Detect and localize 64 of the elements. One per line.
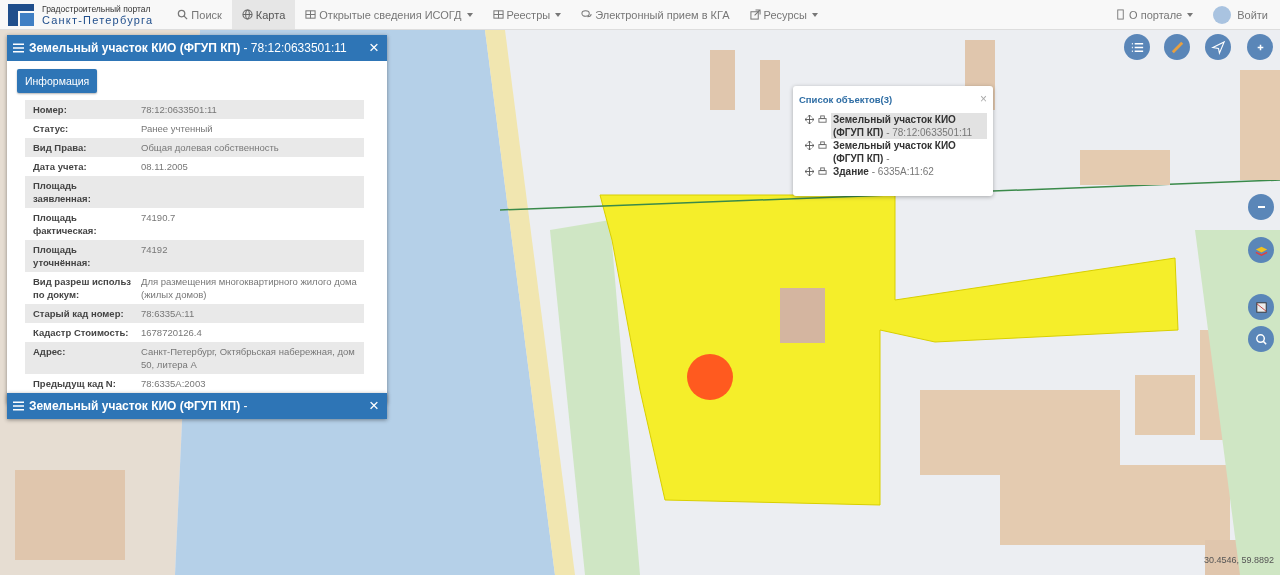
move-icon[interactable] xyxy=(805,167,814,176)
field-value: Для размещения многоквартирного жилого дома (жилых домов) xyxy=(141,276,357,300)
menu-icon xyxy=(13,43,24,53)
globe-icon xyxy=(241,9,253,20)
about-menu[interactable]: О портале xyxy=(1105,0,1204,29)
field-label: Дата учета: xyxy=(32,160,88,174)
field-label: Статус: xyxy=(32,122,70,136)
field-value: 78:6335А:2003 xyxy=(141,378,206,389)
field-value: Ранее учтенный xyxy=(141,123,213,134)
field-value: 78:6335А:11 xyxy=(141,308,195,319)
map-icon xyxy=(1253,299,1269,315)
print-icon[interactable] xyxy=(818,167,827,176)
panel-title: Земельный участок КИО (ФГУП КП) - 78:12:0633501:11 xyxy=(29,41,348,55)
field-value: 08.11.2005 xyxy=(141,161,188,172)
field-label: Площадь фактическая: xyxy=(32,211,98,238)
nav-tab[interactable]: Карта xyxy=(231,0,296,29)
avatar-icon xyxy=(1213,5,1232,24)
logo-title: Градостроительный портал xyxy=(42,3,152,15)
field-label: Кадастр Стоимость: xyxy=(32,326,130,340)
menu-icon xyxy=(13,401,24,411)
object-list-item[interactable]: Земельный участок КИО (ФГУП КП) - 78:12:0633501:11 xyxy=(831,113,987,139)
field-label: Площадь заявленная: xyxy=(32,179,92,206)
object-list-item[interactable]: Земельный участок КИО (ФГУП КП) - xyxy=(831,139,987,165)
field-label: Адрес: xyxy=(32,345,67,359)
field-label: Предыдущ кад N: xyxy=(32,377,117,391)
ruler-icon xyxy=(1169,39,1185,55)
move-icon[interactable] xyxy=(805,141,814,150)
field-value: 78:12:0633501:11 xyxy=(141,104,217,115)
external-link-icon xyxy=(749,9,761,20)
print-icon[interactable] xyxy=(818,115,827,124)
move-icon[interactable] xyxy=(805,115,814,124)
close-button[interactable]: × xyxy=(367,38,381,58)
nav-tab[interactable]: Электронный прием в КГА xyxy=(571,0,740,29)
field-label: Старый кад номер: xyxy=(32,307,125,321)
popup-title: Список объектов(3) xyxy=(799,93,893,105)
nav-tab[interactable]: Открытые сведения ИСОГД xyxy=(295,0,483,29)
field-value: Санкт-Петербург, Октябрьская набережная, дом 50, литера А xyxy=(141,346,355,370)
arrow-icon xyxy=(1210,39,1226,55)
grid-icon xyxy=(305,9,317,20)
field-label: Площадь уточнённая: xyxy=(32,243,92,270)
field-label: Номер: xyxy=(32,103,68,117)
minus-icon xyxy=(1257,206,1265,208)
field-value: 1678720126.4 xyxy=(141,327,202,338)
close-button[interactable]: × xyxy=(980,92,987,106)
login-link[interactable]: Войти xyxy=(1203,0,1280,29)
search-icon xyxy=(1253,331,1269,347)
logo-subtitle: Санкт-Петербурга xyxy=(42,14,154,26)
close-button[interactable]: × xyxy=(367,396,381,416)
coordinates-label: 30.4546, 59.8892 xyxy=(1203,555,1274,565)
chat-icon xyxy=(581,9,593,20)
info-button[interactable]: Информация xyxy=(17,69,98,93)
nav-tab[interactable]: Поиск xyxy=(167,0,232,29)
field-label: Вид Права: xyxy=(32,141,88,155)
panel-title: Земельный участок КИО (ФГУП КП) - xyxy=(29,399,249,413)
print-icon[interactable] xyxy=(818,141,827,150)
object-list-item[interactable]: Здание - 6335А:11:62 xyxy=(831,165,936,178)
grid-icon xyxy=(492,9,504,20)
nav-tab[interactable]: Реестры xyxy=(482,0,572,29)
field-label: Вид разреш использ по докум: xyxy=(32,275,132,302)
field-value: 74190.7 xyxy=(141,212,176,223)
search-icon xyxy=(177,9,189,20)
field-value: 74192 xyxy=(141,244,168,255)
field-value: Общая долевая собственность xyxy=(141,142,279,153)
nav-tab[interactable]: Ресурсы xyxy=(739,0,828,29)
